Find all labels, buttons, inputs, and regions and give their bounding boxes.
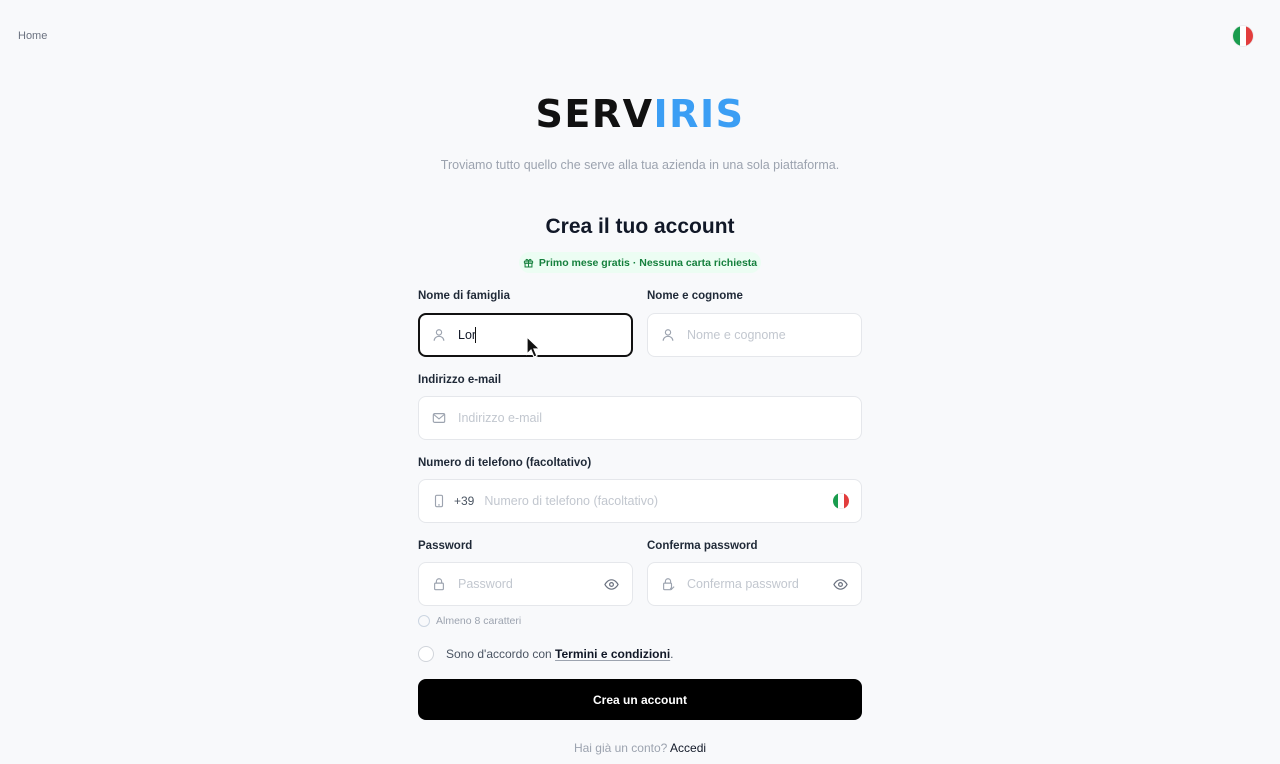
user-icon	[433, 329, 445, 341]
text-caret	[475, 327, 476, 343]
login-prompt-text: Hai già un conto?	[573, 741, 668, 755]
eye-icon[interactable]	[604, 577, 619, 592]
family-name-input[interactable]	[458, 315, 631, 355]
brand-logo-part2: IRIS	[653, 92, 745, 136]
brand-logo: SERVIRIS	[0, 92, 1280, 136]
terms-prefix: Sono d'accordo con	[446, 647, 552, 661]
password-hint-text: Almeno 8 caratteri	[436, 615, 522, 627]
phone-label: Numero di telefono (facoltativo)	[418, 457, 592, 469]
full-name-label: Nome e cognome	[647, 290, 743, 302]
confirm-password-field[interactable]	[647, 562, 862, 606]
password-label: Password	[418, 540, 473, 552]
requirement-status-icon	[418, 615, 430, 627]
create-account-button[interactable]: Crea un account	[418, 679, 862, 720]
home-link[interactable]: Home	[18, 30, 47, 42]
lock-check-icon	[663, 578, 675, 591]
email-label: Indirizzo e-mail	[418, 374, 502, 386]
language-flag-icon[interactable]	[1233, 26, 1253, 46]
brand-logo-part1: SERV	[535, 92, 654, 136]
password-input[interactable]	[458, 563, 604, 605]
phone-icon	[434, 494, 444, 508]
phone-input[interactable]	[484, 480, 833, 522]
promo-text: Primo mese gratis · Nessuna carta richie…	[538, 256, 758, 269]
confirm-password-input[interactable]	[687, 563, 833, 605]
mouse-cursor-icon	[526, 336, 541, 358]
phone-prefix: +39	[454, 494, 475, 508]
email-field[interactable]	[418, 396, 862, 440]
terms-checkbox[interactable]	[418, 646, 434, 662]
user-icon	[662, 329, 674, 341]
email-input[interactable]	[458, 397, 861, 439]
phone-field[interactable]: +39	[418, 479, 862, 523]
login-link[interactable]: Accedi	[670, 741, 706, 755]
password-field[interactable]	[418, 562, 633, 606]
login-prompt: Hai già un conto? Accedi	[0, 741, 1280, 755]
gift-icon	[523, 258, 533, 268]
lock-icon	[434, 578, 444, 591]
country-flag-icon[interactable]	[833, 493, 849, 509]
terms-text: Sono d'accordo con Termini e condizioni.	[446, 647, 674, 661]
confirm-password-label: Conferma password	[647, 540, 758, 552]
terms-agreement: Sono d'accordo con Termini e condizioni.	[418, 646, 674, 662]
terms-link[interactable]: Termini e condizioni	[555, 647, 670, 661]
mail-icon	[432, 413, 446, 423]
terms-suffix: .	[670, 647, 674, 661]
full-name-field[interactable]	[647, 313, 862, 357]
promo-badge: Primo mese gratis · Nessuna carta richie…	[519, 252, 761, 273]
page-title: Crea il tuo account	[545, 215, 735, 238]
full-name-input[interactable]	[687, 314, 861, 356]
tagline: Troviamo tutto quello che serve alla tua…	[440, 158, 840, 172]
family-name-label: Nome di famiglia	[418, 290, 511, 302]
eye-icon[interactable]	[833, 577, 848, 592]
password-requirement: Almeno 8 caratteri	[418, 615, 521, 627]
